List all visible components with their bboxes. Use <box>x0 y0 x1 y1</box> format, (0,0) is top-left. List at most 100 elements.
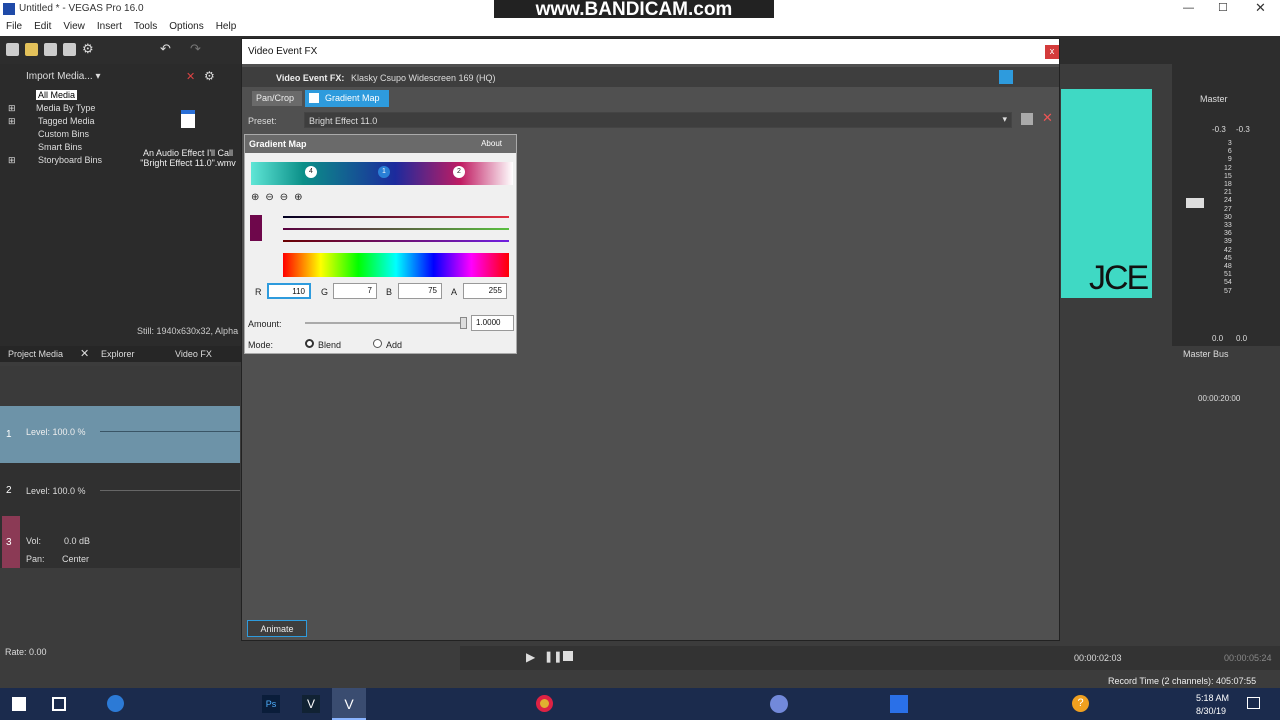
render-icon[interactable] <box>63 43 76 56</box>
dropbox-icon[interactable] <box>890 695 908 713</box>
watermark-text: www.BANDICAM.com <box>535 0 733 20</box>
about-link[interactable]: About <box>481 139 502 148</box>
stop-icon[interactable] <box>563 651 573 661</box>
menu-insert[interactable]: Insert <box>91 18 128 35</box>
chain-gradient-map[interactable]: Gradient Map <box>305 90 389 107</box>
master-fader[interactable] <box>1186 198 1204 208</box>
expand-icon[interactable]: ⊞ <box>8 155 16 166</box>
undo-icon[interactable]: ↶ <box>160 41 171 57</box>
scale-tick: 15 <box>1224 172 1232 180</box>
view-toggle-icon[interactable] <box>999 70 1013 84</box>
vegas-active-icon[interactable]: V <box>332 688 366 720</box>
animate-button[interactable]: Animate <box>247 620 307 637</box>
gradient-stop-4[interactable]: 4 <box>305 166 317 178</box>
g-input[interactable]: 7 <box>333 283 377 299</box>
tree-item-all-media[interactable]: All Media <box>8 90 134 103</box>
a-input[interactable]: 255 <box>463 283 507 299</box>
tab-explorer[interactable]: Explorer <box>101 349 135 359</box>
menu-help[interactable]: Help <box>210 18 243 35</box>
close-icon[interactable]: ✕ <box>1255 0 1266 16</box>
save-preset-icon[interactable] <box>1021 113 1033 125</box>
tab-video-fx[interactable]: Video FX <box>175 349 212 359</box>
preset-value: Bright Effect 11.0 <box>309 116 378 126</box>
channel-b-slider[interactable] <box>283 240 509 242</box>
edge-icon[interactable] <box>107 695 124 712</box>
help-icon[interactable]: ? <box>1072 695 1089 712</box>
new-project-icon[interactable] <box>6 43 19 56</box>
start-icon[interactable] <box>12 697 26 711</box>
tree-item-smart-bins[interactable]: Smart Bins <box>8 142 134 155</box>
add-radio[interactable] <box>373 339 382 348</box>
gradient-stop-1[interactable]: 1 <box>378 166 390 178</box>
amount-thumb[interactable] <box>460 317 467 329</box>
amount-input[interactable]: 1.0000 <box>471 315 514 331</box>
delete-preset-icon[interactable]: ✕ <box>1042 110 1053 126</box>
add-stop-icon[interactable]: ⊕ <box>251 192 265 203</box>
scale-tick: 30 <box>1224 213 1232 221</box>
channel-g-slider[interactable] <box>283 228 509 230</box>
redo-icon[interactable]: ↷ <box>190 41 201 57</box>
menu-tools[interactable]: Tools <box>128 18 163 35</box>
close-icon[interactable]: ✕ <box>80 347 89 360</box>
notification-icon[interactable] <box>1247 697 1260 709</box>
save-icon[interactable] <box>44 43 57 56</box>
tab-master-bus[interactable]: Master Bus <box>1183 349 1229 359</box>
delete-icon[interactable]: ✕ <box>186 70 195 83</box>
master-bottom-right: 0.0 <box>1236 334 1248 343</box>
track-1-header[interactable]: 1 Level: 100.0 % <box>0 406 240 463</box>
timecode-end: 00:00:05:24 <box>1224 653 1272 663</box>
amount-slider[interactable] <box>305 317 467 329</box>
amount-label: Amount: <box>248 319 282 329</box>
menu-edit[interactable]: Edit <box>28 18 57 35</box>
media-file-thumbnail[interactable]: An Audio Effect I'll Call "Bright Effect… <box>136 110 240 168</box>
enabled-checkbox[interactable] <box>309 93 319 103</box>
color-swatch <box>250 215 262 241</box>
dialog-title: Video Event FX <box>248 46 318 57</box>
minimize-icon[interactable]: — <box>1183 2 1194 14</box>
chain-pan-crop[interactable]: Pan/Crop <box>252 91 302 106</box>
tree-item-tagged-media[interactable]: ⊞ Tagged Media <box>8 116 134 129</box>
tree-item-custom-bins[interactable]: Custom Bins <box>8 129 134 142</box>
play-icon[interactable]: ▶ <box>526 650 535 664</box>
maximize-icon[interactable]: ☐ <box>1218 1 1228 14</box>
remove-stop-icon[interactable]: ⊖ <box>265 192 279 203</box>
expand-icon[interactable]: ⊞ <box>8 116 16 127</box>
level-slider[interactable] <box>100 490 240 491</box>
color-spectrum[interactable] <box>283 253 509 277</box>
r-input[interactable]: 110 <box>267 283 311 299</box>
track-2-header[interactable]: 2 Level: 100.0 % <box>0 463 240 516</box>
photoshop-icon[interactable]: Ps <box>262 695 280 713</box>
menu-options[interactable]: Options <box>163 18 209 35</box>
channel-r-slider[interactable] <box>283 216 509 218</box>
menu-view[interactable]: View <box>57 18 91 35</box>
pause-icon[interactable]: ❚❚ <box>544 650 562 663</box>
dialog-close-button[interactable]: x <box>1045 45 1059 59</box>
move-left-icon[interactable]: ⊖ <box>280 192 294 203</box>
meter-scale: 3 6 9 12 15 18 21 24 27 30 33 36 39 42 45 48 51 54 57 <box>1224 140 1232 296</box>
chrome-icon[interactable] <box>536 695 553 712</box>
pan-value: Center <box>62 554 90 564</box>
preset-dropdown[interactable]: Bright Effect 11.0 ▾ <box>304 112 1012 128</box>
tree-item-media-by-type[interactable]: ⊞ Media By Type <box>8 103 134 116</box>
blend-radio[interactable] <box>305 339 314 348</box>
scale-tick: 27 <box>1224 205 1232 213</box>
tree-item-storyboard-bins[interactable]: ⊞ Storyboard Bins <box>8 155 134 168</box>
discord-icon[interactable] <box>770 695 788 713</box>
scale-tick: 9 <box>1227 156 1232 164</box>
properties-gear-icon[interactable]: ⚙ <box>204 69 215 83</box>
tab-project-media[interactable]: Project Media <box>8 349 63 359</box>
task-view-icon[interactable] <box>52 697 66 711</box>
track-3-header[interactable]: 3 Vol: 0.0 dB Pan: Center <box>0 516 240 568</box>
expand-icon[interactable]: ⊞ <box>8 103 16 114</box>
menu-file[interactable]: File <box>0 18 28 35</box>
level-slider[interactable] <box>100 431 240 432</box>
gradient-stop-2[interactable]: 2 <box>453 166 465 178</box>
b-input[interactable]: 75 <box>398 283 442 299</box>
panel-tabs: Project Media ✕ Explorer Video FX <box>0 346 241 362</box>
gear-icon[interactable]: ⚙ <box>82 41 94 57</box>
vegas-icon[interactable]: V <box>302 695 320 713</box>
import-media-label: Import Media... <box>26 71 93 82</box>
move-right-icon[interactable]: ⊕ <box>294 192 308 203</box>
import-media-button[interactable]: Import Media... ▾ <box>26 71 101 82</box>
open-icon[interactable] <box>25 43 38 56</box>
